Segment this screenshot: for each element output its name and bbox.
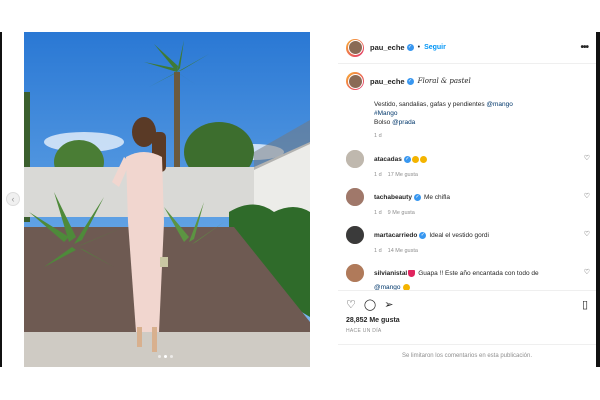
hashtag-link[interactable]: #Mango: [374, 110, 398, 117]
comment-username[interactable]: tachabeauty: [374, 194, 412, 201]
emoji-icon: [419, 155, 427, 163]
previous-photo-icon[interactable]: ‹: [6, 192, 20, 206]
comment-time: 1 d: [374, 210, 382, 216]
verified-icon: ✓: [413, 193, 421, 201]
window-edge-right: [596, 32, 600, 367]
comment-icon[interactable]: ◯: [364, 298, 376, 311]
comment-item: silvianistal Guapa !! Este año encantada…: [346, 264, 594, 291]
comment-text: Guapa !! Este año encantada con todo de: [418, 269, 539, 277]
comment-username[interactable]: silvianistal: [374, 270, 407, 277]
comment-item: atacadas ✓ 1 d 17 Me gusta ♡: [346, 150, 594, 178]
more-horizontal-icon[interactable]: •••: [580, 42, 588, 53]
post-header: pau_eche ✓ • Seguir •••: [338, 32, 596, 64]
caption-line-1: Vestido, sandalias, gafas y pendientes: [374, 101, 485, 108]
mention-link[interactable]: @prada: [392, 119, 415, 126]
post-panel: pau_eche ✓ • Seguir ••• pau_eche ✓ Flora…: [338, 32, 596, 367]
comment-username[interactable]: atacadas: [374, 156, 402, 163]
post-age: HACE UN DÍA: [346, 328, 382, 334]
avatar[interactable]: [346, 150, 364, 168]
window-edge-left: [0, 32, 2, 367]
caption-body: Vestido, sandalias, gafas y pendientes @…: [374, 100, 586, 127]
mention-link[interactable]: @mango: [486, 101, 512, 108]
verified-icon: ✓: [406, 44, 414, 51]
share-icon[interactable]: ➢: [384, 298, 393, 311]
carousel-dot: [170, 355, 173, 358]
caption-title: Floral & pastel: [417, 77, 471, 85]
bookmark-icon[interactable]: ▯: [582, 298, 588, 311]
likes-count[interactable]: 28,852 Me gusta: [346, 317, 588, 324]
comment-likes[interactable]: 9 Me gusta: [388, 210, 415, 216]
comment-time: 1 d: [374, 172, 382, 178]
comment-likes[interactable]: 17 Me gusta: [388, 172, 418, 178]
avatar[interactable]: [346, 38, 364, 57]
heart-emoji-icon: [408, 269, 416, 277]
carousel-dot: [158, 355, 161, 358]
caption-avatar[interactable]: [346, 72, 364, 90]
author-username[interactable]: pau_eche: [370, 43, 405, 52]
action-bar: ♡ ◯ ➢ ▯ 28,852 Me gusta HACE UN DÍA: [338, 290, 596, 334]
post-photo[interactable]: [24, 32, 310, 367]
comment-text: Me chifla: [423, 193, 450, 201]
follow-button[interactable]: Seguir: [424, 44, 446, 51]
comment-item: martacarriedo ✓ Ideal el vestido gordi 1…: [346, 226, 594, 254]
avatar[interactable]: [346, 188, 364, 206]
comments-limited-notice: Se limitaron los comentarios en esta pub…: [338, 344, 596, 359]
comment-username[interactable]: martacarriedo: [374, 232, 417, 239]
like-comment-icon[interactable]: ♡: [584, 192, 590, 200]
like-icon[interactable]: ♡: [346, 298, 356, 311]
caption-time: 1 d: [374, 133, 382, 139]
caption-username[interactable]: pau_eche: [370, 77, 405, 86]
verified-icon: ✓: [419, 231, 427, 239]
separator-dot: •: [417, 44, 421, 51]
avatar[interactable]: [346, 264, 364, 282]
carousel-dots: [158, 355, 173, 358]
comment-likes[interactable]: 14 Me gusta: [388, 248, 418, 254]
verified-icon: ✓: [406, 77, 414, 85]
like-comment-icon[interactable]: ♡: [584, 230, 590, 238]
like-comment-icon[interactable]: ♡: [584, 154, 590, 162]
comment-time: 1 d: [374, 248, 382, 254]
caption-line-3: Bolso: [374, 119, 391, 126]
carousel-dot-active: [164, 355, 167, 358]
like-comment-icon[interactable]: ♡: [584, 268, 590, 276]
verified-icon: ✓: [403, 155, 411, 163]
post-caption: pau_eche ✓ Floral & pastel Vestido, sand…: [346, 72, 586, 139]
comment-item: tachabeauty ✓ Me chifla 1 d 9 Me gusta ♡: [346, 188, 594, 216]
avatar[interactable]: [346, 226, 364, 244]
comment-text: Ideal el vestido gordi: [429, 231, 489, 239]
emoji-icon: [411, 155, 419, 163]
